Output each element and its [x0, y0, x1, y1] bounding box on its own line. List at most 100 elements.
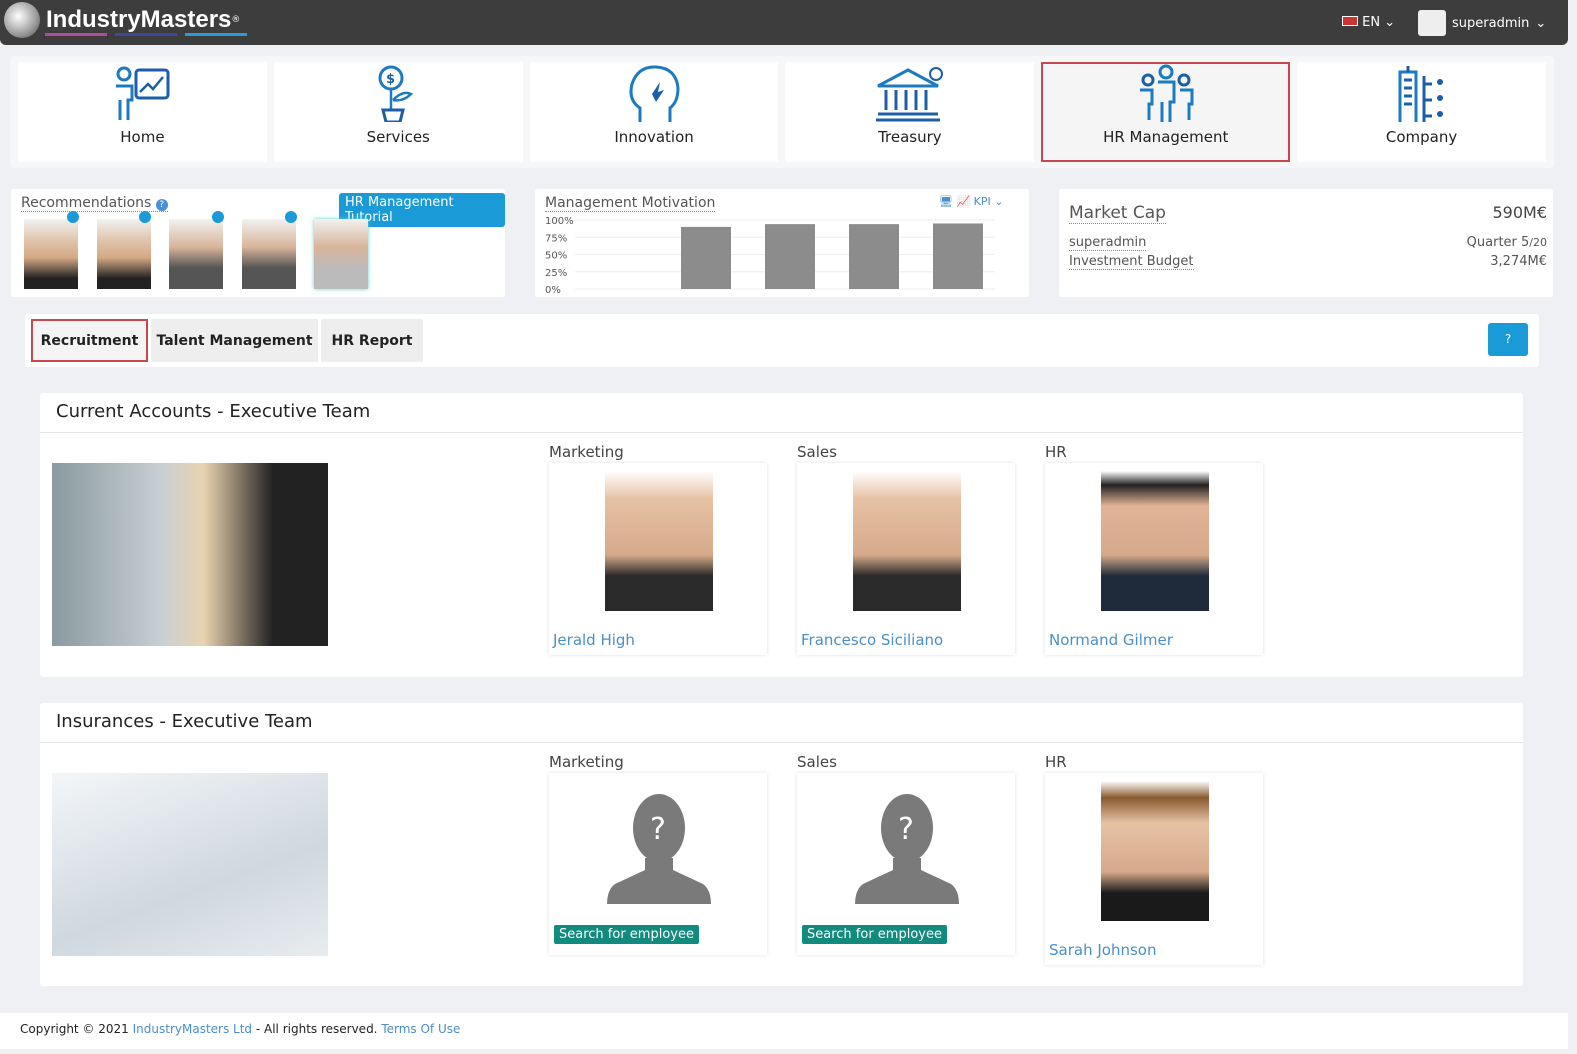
- rights-text: - All rights reserved.: [252, 1022, 382, 1036]
- motivation-bar[interactable]: [681, 226, 731, 289]
- y-tick-label: 100%: [545, 216, 574, 227]
- role-label: Sales: [797, 443, 837, 461]
- insurance-form-photo: [52, 773, 328, 956]
- nav-company[interactable]: Company: [1297, 62, 1546, 162]
- section-title: Current Accounts - Executive Team: [40, 393, 1523, 433]
- budget-value: 3,274M€: [1490, 254, 1547, 269]
- language-selector[interactable]: EN ⌄: [1342, 15, 1395, 30]
- chevron-down-icon: ⌄: [1535, 15, 1547, 31]
- recommendation-photo[interactable]: [169, 219, 223, 289]
- motivation-bar[interactable]: [765, 224, 815, 289]
- nav-services[interactable]: $ Services: [273, 62, 523, 162]
- notification-dot: [139, 211, 151, 223]
- nav-treasury[interactable]: Treasury: [785, 62, 1035, 162]
- employee-photo: [853, 471, 961, 611]
- username: superadmin: [1452, 15, 1530, 31]
- employee-photo: [605, 471, 713, 611]
- tab-hr-report[interactable]: HR Report: [321, 319, 423, 362]
- nav-innovation[interactable]: Innovation: [529, 62, 779, 162]
- market-cap-value: 590M€: [1492, 203, 1547, 222]
- atm-photo: [52, 463, 328, 646]
- language-label: EN: [1362, 15, 1381, 30]
- y-tick-label: 50%: [545, 251, 567, 262]
- role-label: HR: [1045, 443, 1067, 461]
- role-label: Marketing: [549, 753, 624, 771]
- role-label: Sales: [797, 753, 837, 771]
- head-idea-icon: [629, 65, 680, 122]
- vacant-card[interactable]: ? Search for employee: [797, 773, 1015, 955]
- market-cap-label: Market Cap: [1069, 203, 1166, 224]
- notification-dot: [212, 211, 224, 223]
- role-label: HR: [1045, 753, 1067, 771]
- company-link[interactable]: IndustryMasters Ltd: [133, 1022, 252, 1036]
- help-icon[interactable]: ?: [155, 199, 168, 211]
- tab-recruitment[interactable]: Recruitment: [31, 319, 148, 362]
- vacant-card[interactable]: ? Search for employee: [549, 773, 767, 955]
- tab-talent-management[interactable]: Talent Management: [151, 319, 318, 362]
- hr-tabs: Recruitment Talent Management HR Report …: [25, 314, 1539, 367]
- employee-name[interactable]: Francesco Siciliano: [801, 631, 943, 649]
- nav-label: HR Management: [1103, 128, 1229, 146]
- nav-label: Innovation: [614, 128, 694, 146]
- employee-card[interactable]: Jerald High: [549, 463, 767, 655]
- main-nav: Home $ Services Innovation Treasury HR Ma…: [10, 56, 1554, 168]
- registered-mark: ®: [231, 15, 241, 25]
- notification-dot: [285, 211, 297, 223]
- recommendation-photo[interactable]: [24, 219, 78, 289]
- budget-label: Investment Budget: [1069, 254, 1194, 270]
- chevron-down-icon: ⌄: [1384, 15, 1396, 30]
- presenter-chart-icon: [116, 66, 170, 120]
- employee-name[interactable]: Normand Gilmer: [1049, 631, 1173, 649]
- employee-photo: [1101, 471, 1209, 611]
- recommendation-photo[interactable]: [314, 219, 368, 289]
- motivation-panel: Management Motivation 🖥 📈 KPI ⌄ 100% 75% 5…: [535, 189, 1029, 297]
- section-title: Insurances - Executive Team: [40, 703, 1523, 743]
- employee-name[interactable]: Jerald High: [553, 631, 635, 649]
- copyright-text: Copyright © 2021: [20, 1022, 133, 1036]
- svg-text:$: $: [386, 72, 395, 87]
- nav-label: Services: [366, 128, 430, 146]
- recommendation-photo[interactable]: [97, 219, 151, 289]
- nav-label: Home: [120, 128, 165, 146]
- unknown-person-icon: ?: [607, 794, 711, 904]
- globe-logo-icon: [4, 2, 40, 38]
- notification-dot: [67, 211, 79, 223]
- brand-name: IndustryMasters: [46, 6, 232, 33]
- recommendations-title: Recommendations: [21, 195, 152, 211]
- employee-photo: [1101, 781, 1209, 921]
- svg-text:?: ?: [898, 812, 914, 847]
- search-employee-button[interactable]: Search for employee: [802, 925, 947, 944]
- flag-uk-icon: [1342, 16, 1358, 26]
- y-tick-label: 0%: [545, 285, 561, 296]
- employee-card[interactable]: Francesco Siciliano: [797, 463, 1015, 655]
- employee-card[interactable]: Sarah Johnson: [1045, 773, 1263, 965]
- avatar: [1418, 10, 1446, 36]
- user-menu[interactable]: superadmin ⌄: [1418, 10, 1546, 36]
- employee-name[interactable]: Sarah Johnson: [1049, 941, 1156, 959]
- footer: Copyright © 2021 IndustryMasters Ltd - A…: [0, 1013, 1568, 1049]
- market-panel: Market Cap 590M€ superadmin Quarter 5/20…: [1059, 189, 1553, 297]
- brand-lines: [45, 33, 247, 36]
- y-tick-label: 75%: [545, 233, 567, 244]
- terms-link[interactable]: Terms Of Use: [381, 1022, 460, 1036]
- nav-hr-management[interactable]: HR Management: [1041, 62, 1291, 162]
- nav-home[interactable]: Home: [18, 62, 267, 162]
- role-label: Marketing: [549, 443, 624, 461]
- insurances-section: Insurances - Executive Team Marketing Sa…: [40, 703, 1523, 986]
- motivation-chart: 100% 75% 50% 25% 0%: [545, 216, 995, 296]
- recommendations-panel: Recommendations ? HR Management Tutorial: [11, 189, 505, 297]
- people-icon: [1139, 64, 1194, 122]
- money-plant-icon: $: [378, 65, 414, 122]
- recommendation-photo[interactable]: [242, 219, 296, 289]
- top-bar: IndustryMasters ® EN ⌄ superadmin ⌄: [0, 0, 1568, 45]
- employee-card[interactable]: Normand Gilmer: [1045, 463, 1263, 655]
- search-employee-button[interactable]: Search for employee: [554, 925, 699, 944]
- quarter-value: Quarter 5/20: [1466, 235, 1547, 250]
- motivation-bar[interactable]: [849, 224, 899, 289]
- unknown-person-icon: ?: [855, 794, 959, 904]
- buildings-icon: [1398, 66, 1443, 122]
- nav-label: Company: [1385, 128, 1458, 146]
- bank-icon: [875, 67, 943, 122]
- help-button[interactable]: ?: [1488, 323, 1528, 356]
- motivation-bar[interactable]: [933, 223, 983, 289]
